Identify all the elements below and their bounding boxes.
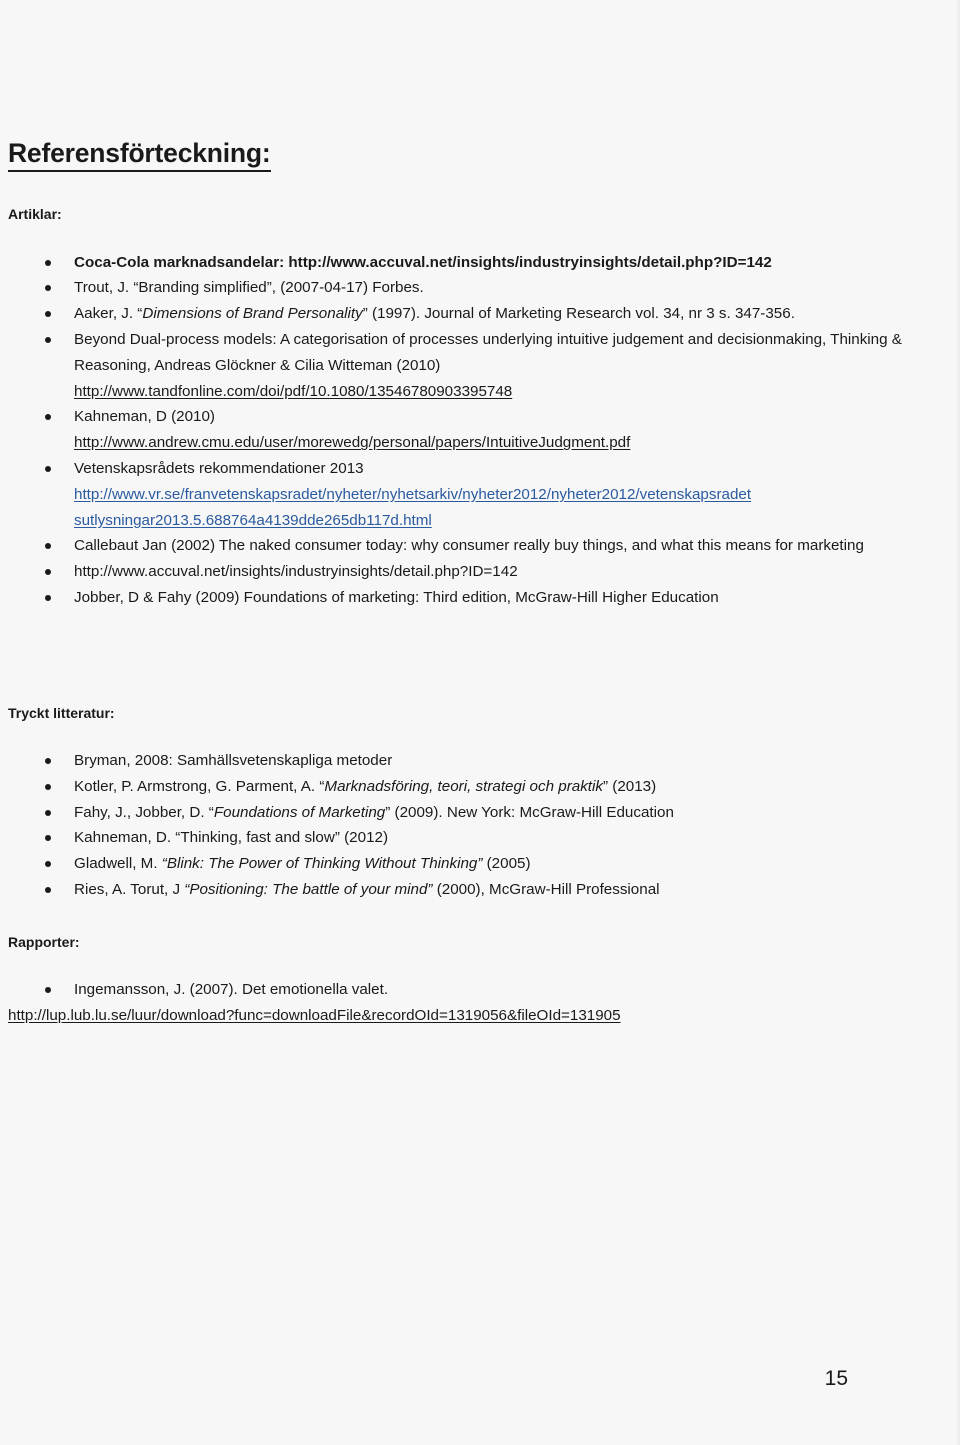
spacer-printed: [8, 722, 952, 748]
spacer-printed-to-reports: [8, 903, 952, 933]
ingemansson-url-link[interactable]: http://lup.lub.lu.se/luur/download?func=…: [8, 1003, 952, 1029]
kotler-text-after: ” (2013): [602, 777, 657, 795]
list-item-kahneman-book: Kahneman, D. “Thinking, fast and slow” (…: [8, 825, 952, 851]
ries-text-after: (2000), McGraw-Hill Professional: [432, 880, 660, 898]
kahneman-article-url-link[interactable]: http://www.andrew.cmu.edu/user/morewedg/…: [74, 430, 952, 456]
ries-text-before: Ries, A. Torut, J: [74, 880, 185, 898]
spacer-articles: [8, 224, 952, 250]
section-heading-reports: Rapporter:: [8, 933, 80, 950]
gladwell-title-italic: “Blink: The Power of Thinking Without Th…: [161, 855, 483, 873]
ries-title-italic: “Positioning: The battle of your mind”: [184, 880, 433, 898]
kotler-title-italic: Marknadsföring, teori, strategi och prak…: [324, 777, 603, 795]
section-heading-articles: Artiklar:: [8, 206, 62, 223]
callebaut-line-2: marketing: [797, 537, 864, 555]
list-item-fahy: Fahy, J., Jobber, D. “Foundations of Mar…: [8, 800, 952, 826]
ingemansson-text: Ingemansson, J. (2007). Det emotionella …: [74, 980, 389, 998]
list-item-callebaut: Callebaut Jan (2002) The naked consumer …: [8, 533, 952, 559]
kotler-text-before: Kotler, P. Armstrong, G. Parment, A. “: [74, 777, 325, 795]
list-item-ingemansson: Ingemansson, J. (2007). Det emotionella …: [8, 977, 952, 1003]
reference-list-reports: Ingemansson, J. (2007). Det emotionella …: [8, 977, 952, 1003]
aaker-title-italic: Dimensions of Brand Personality: [142, 305, 363, 323]
coca-cola-url-link[interactable]: http://www.accuval.net/insights/industry…: [288, 254, 771, 271]
fahy-text-before: Fahy, J., Jobber, D. “: [74, 803, 214, 821]
accuval-plain-url-link[interactable]: http://www.accuval.net/insights/industry…: [74, 563, 518, 580]
list-item-aaker: Aaker, J. “Dimensions of Brand Personali…: [8, 301, 952, 327]
list-item-accuval-plain: http://www.accuval.net/insights/industry…: [8, 559, 952, 585]
list-item-coca-cola: Coca-Cola marknadsandelar: http://www.ac…: [8, 250, 952, 276]
document-page: Referensförteckning: Artiklar: Coca-Cola…: [0, 0, 960, 1445]
vetenskapsradet-url-link-part2[interactable]: sutlysningar2013.5.688764a4139dde265db11…: [74, 508, 952, 534]
list-item-gladwell: Gladwell, M. “Blink: The Power of Thinki…: [8, 851, 952, 877]
bryman-text: Bryman, 2008: Samhällsvetenskapliga meto…: [74, 752, 393, 769]
gladwell-text-after: (2005): [482, 855, 531, 873]
reference-list-articles: Coca-Cola marknadsandelar: http://www.ac…: [8, 250, 952, 611]
vetenskapsradet-line-1: Vetenskapsrådets rekommendationer 2013: [74, 460, 364, 478]
page-number: 15: [824, 1367, 848, 1390]
page-edge-shadow: [956, 0, 960, 1445]
list-item-glockner: Beyond Dual-process models: A categorisa…: [8, 327, 952, 404]
jobber-text: Jobber, D & Fahy (2009) Foundations of m…: [74, 589, 719, 607]
list-item-ries: Ries, A. Torut, J “Positioning: The batt…: [8, 877, 952, 903]
aaker-text-before: Aaker, J. “: [74, 305, 143, 323]
list-item-kahneman-article: Kahneman, D (2010) http://www.andrew.cmu…: [8, 404, 952, 456]
spacer-articles-to-printed: [8, 611, 952, 704]
list-item-vetenskapsradet: Vetenskapsrådets rekommendationer 2013 h…: [8, 456, 952, 533]
gladwell-text-before: Gladwell, M.: [74, 855, 162, 873]
glockner-url-link[interactable]: http://www.tandfonline.com/doi/pdf/10.10…: [74, 379, 952, 405]
fahy-title-italic: Foundations of Marketing: [213, 803, 386, 821]
kahneman-book-text: Kahneman, D. “Thinking, fast and slow” (…: [74, 829, 389, 847]
list-item-kotler: Kotler, P. Armstrong, G. Parment, A. “Ma…: [8, 774, 952, 800]
callebaut-line-1: Callebaut Jan (2002) The naked consumer …: [74, 537, 793, 555]
list-item-bryman: Bryman, 2008: Samhällsvetenskapliga meto…: [8, 748, 952, 774]
list-item-jobber: Jobber, D & Fahy (2009) Foundations of m…: [8, 585, 952, 611]
reference-list-printed: Bryman, 2008: Samhällsvetenskapliga meto…: [8, 748, 952, 903]
list-item-trout: Trout, J. “Branding simplified”, (2007-0…: [8, 275, 952, 301]
kahneman-article-line-1: Kahneman, D (2010): [74, 408, 215, 426]
vetenskapsradet-url-link-part1[interactable]: http://www.vr.se/franvetenskapsradet/nyh…: [74, 482, 952, 508]
fahy-text-after: ” (2009). New York: McGraw-Hill Educatio…: [385, 803, 674, 821]
coca-cola-prefix: Coca-Cola marknadsandelar:: [74, 253, 289, 271]
aaker-text-after: ” (1997). Journal of Marketing Research …: [362, 305, 795, 323]
document-content: Referensförteckning: Artiklar: Coca-Cola…: [8, 0, 952, 1029]
spacer-reports: [8, 951, 952, 977]
glockner-line-1: Beyond Dual-process models: A categorisa…: [74, 331, 714, 349]
section-heading-printed: Tryckt litteratur:: [8, 704, 115, 721]
trout-text: Trout, J. “Branding simplified”, (2007-0…: [74, 279, 424, 297]
page-title: Referensförteckning:: [8, 138, 271, 173]
